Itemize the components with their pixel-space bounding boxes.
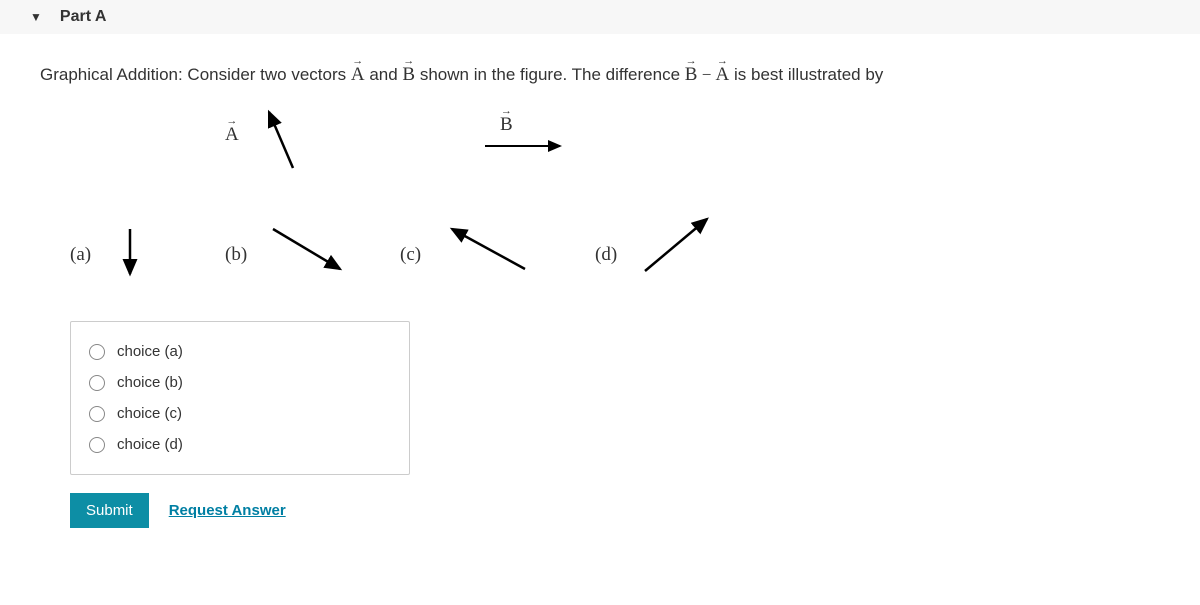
part-title: Part A [60, 8, 107, 26]
vector-A-arrow-icon [255, 106, 315, 176]
prompt-text-mid2: shown in the figure. The difference [415, 65, 685, 84]
collapse-triangle-icon[interactable]: ▼ [30, 10, 42, 24]
part-header[interactable]: ▼ Part A [0, 0, 1200, 34]
prompt-text-post: is best illustrated by [729, 65, 883, 84]
figure-answer-options: (a) (b) (c) (d) [70, 216, 1160, 296]
prompt-text-pre: Graphical Addition: Consider two vectors [40, 65, 351, 84]
vector-A-symbol: →A [351, 64, 365, 86]
question-prompt: Graphical Addition: Consider two vectors… [40, 64, 1160, 86]
choice-a-row[interactable]: choice (a) [89, 336, 391, 367]
radio-icon[interactable] [89, 344, 105, 360]
choice-d-row[interactable]: choice (d) [89, 429, 391, 460]
option-d-label: (d) [595, 244, 617, 266]
option-a-label: (a) [70, 244, 91, 266]
answer-choices-box: choice (a) choice (b) choice (c) choice … [70, 321, 410, 475]
minus-symbol: − [697, 65, 715, 84]
choice-b-row[interactable]: choice (b) [89, 367, 391, 398]
option-b-arrow-icon [265, 221, 355, 281]
radio-icon[interactable] [89, 437, 105, 453]
option-c-arrow-icon [440, 221, 540, 281]
radio-icon[interactable] [89, 375, 105, 391]
radio-icon[interactable] [89, 406, 105, 422]
choice-c-row[interactable]: choice (c) [89, 398, 391, 429]
figure-area: →A →B (a) (b) [70, 106, 1160, 296]
vector-B-arrow-icon [480, 134, 580, 164]
request-answer-link[interactable]: Request Answer [169, 502, 286, 519]
submit-button[interactable]: Submit [70, 493, 149, 528]
option-d-arrow-icon [635, 211, 725, 281]
figure-label-A: →A [225, 124, 239, 146]
choice-a-label: choice (a) [117, 343, 183, 360]
figure-given-vectors: →A →B [70, 106, 1160, 186]
figure-label-B: →B [500, 114, 513, 136]
choice-b-label: choice (b) [117, 374, 183, 391]
choice-c-label: choice (c) [117, 405, 182, 422]
option-c-label: (c) [400, 244, 421, 266]
vector-B-symbol: →B [402, 64, 415, 86]
diff-B-symbol: →B [685, 64, 698, 86]
content-area: Graphical Addition: Consider two vectors… [0, 34, 1200, 528]
action-row: Submit Request Answer [70, 493, 1160, 528]
prompt-text-mid1: and [365, 65, 403, 84]
option-a-arrow-icon [115, 224, 145, 284]
choice-d-label: choice (d) [117, 436, 183, 453]
diff-A-symbol: →A [716, 64, 730, 86]
option-b-label: (b) [225, 244, 247, 266]
